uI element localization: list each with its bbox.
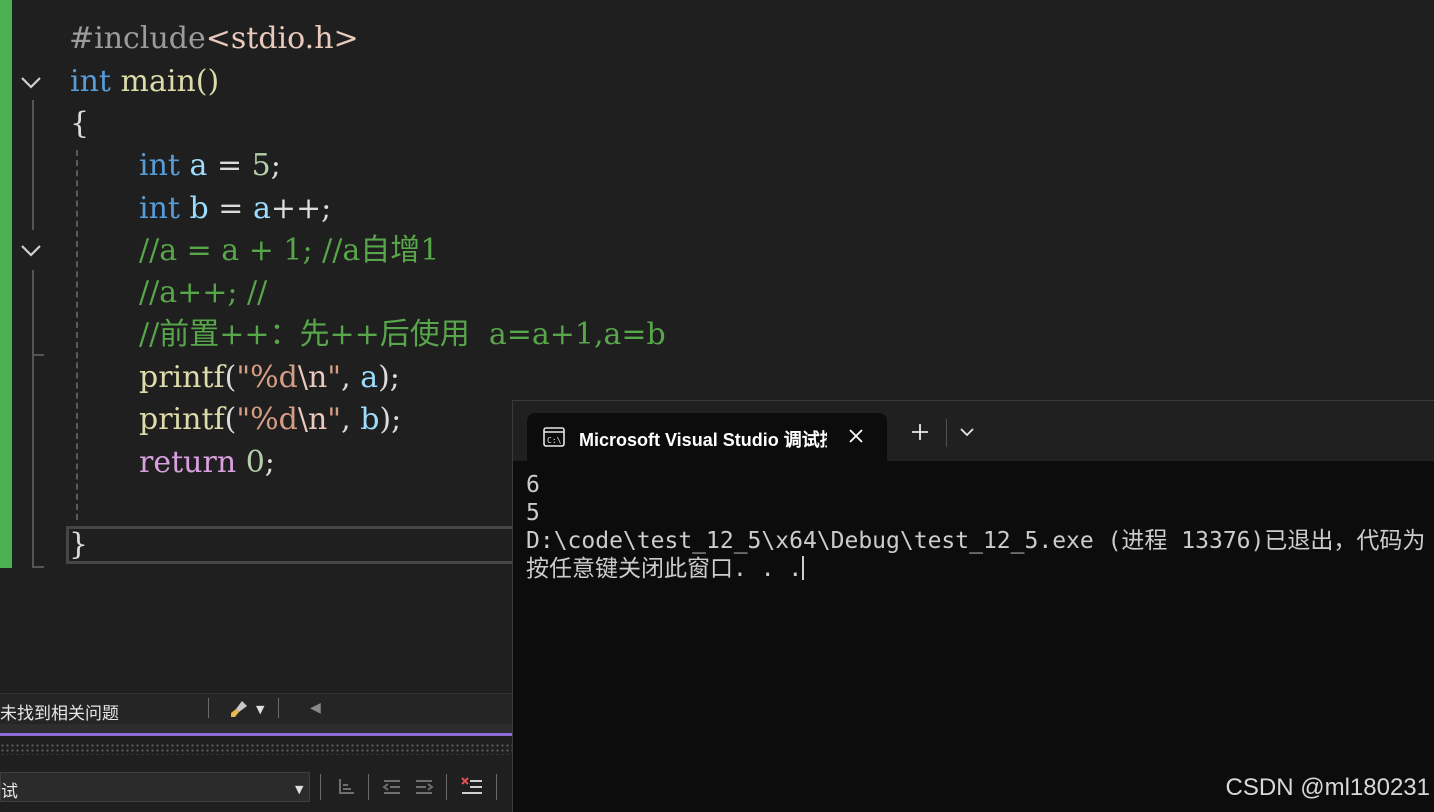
outline-guide — [32, 100, 34, 230]
code-line-1: #include<stdio.h> — [69, 21, 359, 56]
code-line-6: //a = a + 1; //a自增1 — [139, 233, 440, 268]
code-line-7: //a++; // — [139, 275, 268, 310]
svg-text:C:\: C:\ — [547, 436, 562, 445]
chevron-down-icon: ▼ — [295, 783, 304, 796]
separator — [368, 774, 369, 800]
console-titlebar: C:\ Microsoft Visual Studio 调试控制台 — [513, 401, 1434, 461]
plus-icon[interactable] — [909, 421, 931, 443]
console-line: 按任意键关闭此窗口. . . — [526, 556, 805, 582]
separator — [208, 698, 209, 718]
indent-guide — [76, 150, 78, 520]
previous-message-icon[interactable] — [380, 775, 404, 799]
outline-guide — [32, 270, 34, 568]
watermark: CSDN @ml180231 — [1225, 774, 1430, 801]
console-line: 5 — [526, 500, 540, 526]
code-line-9: printf("%d\n", a); — [139, 360, 400, 395]
text-cursor — [802, 556, 805, 580]
console-tab-title: Microsoft Visual Studio 调试控制台 — [579, 430, 827, 450]
debug-console-window[interactable]: C:\ Microsoft Visual Studio 调试控制台 65D:\c… — [512, 400, 1434, 812]
outline-tick — [32, 566, 44, 568]
change-tracking-bar — [0, 0, 12, 568]
output-source-select[interactable]: 试 ▼ — [0, 772, 310, 802]
code-line-12: } — [69, 527, 89, 562]
code-line-5: int b = a++; — [139, 191, 332, 226]
drag-grip[interactable] — [0, 743, 512, 755]
fold-chevron-icon[interactable] — [19, 238, 43, 262]
code-line-8: //前置++：先++后使用 a=a+1,a=b — [139, 317, 666, 352]
error-list-toolbar: 未找到相关问题 ▼ ◀ — [0, 693, 512, 724]
code-line-11: return 0; — [139, 445, 275, 480]
brush-icon[interactable] — [228, 698, 250, 720]
separator — [496, 774, 497, 800]
find-message-icon[interactable] — [334, 775, 358, 799]
console-line: 6 — [526, 472, 540, 498]
code-line-2: int main() — [70, 64, 220, 99]
console-line: D:\code\test_12_5\x64\Debug\test_12_5.ex… — [526, 528, 1434, 554]
console-tab[interactable]: C:\ Microsoft Visual Studio 调试控制台 — [527, 413, 887, 461]
outline-tick — [32, 354, 44, 356]
fold-chevron-icon[interactable] — [19, 70, 43, 94]
console-output: 6 5 D:\code\test_12_5\x64\Debug\test_12_5.… — [526, 471, 1434, 583]
code-line-4: int a = 5; — [139, 148, 281, 183]
code-line-10: printf("%d\n", b); — [139, 402, 402, 437]
current-line-highlight — [66, 526, 526, 564]
brush-dropdown-icon[interactable]: ▼ — [256, 703, 264, 716]
active-panel-indicator — [0, 733, 512, 736]
separator — [320, 774, 321, 800]
close-icon[interactable] — [845, 425, 867, 447]
separator — [278, 698, 279, 718]
issues-status: 未找到相关问题 — [0, 704, 119, 723]
clear-all-icon[interactable] — [460, 775, 484, 799]
scroll-left-icon[interactable]: ◀ — [310, 700, 321, 716]
console-app-icon: C:\ — [543, 427, 565, 447]
separator — [446, 774, 447, 800]
next-message-icon[interactable] — [412, 775, 436, 799]
output-toolbar: 试 ▼ — [0, 758, 512, 812]
separator — [946, 419, 947, 447]
chevron-down-icon[interactable] — [959, 425, 975, 439]
code-line-3: { — [70, 106, 90, 141]
